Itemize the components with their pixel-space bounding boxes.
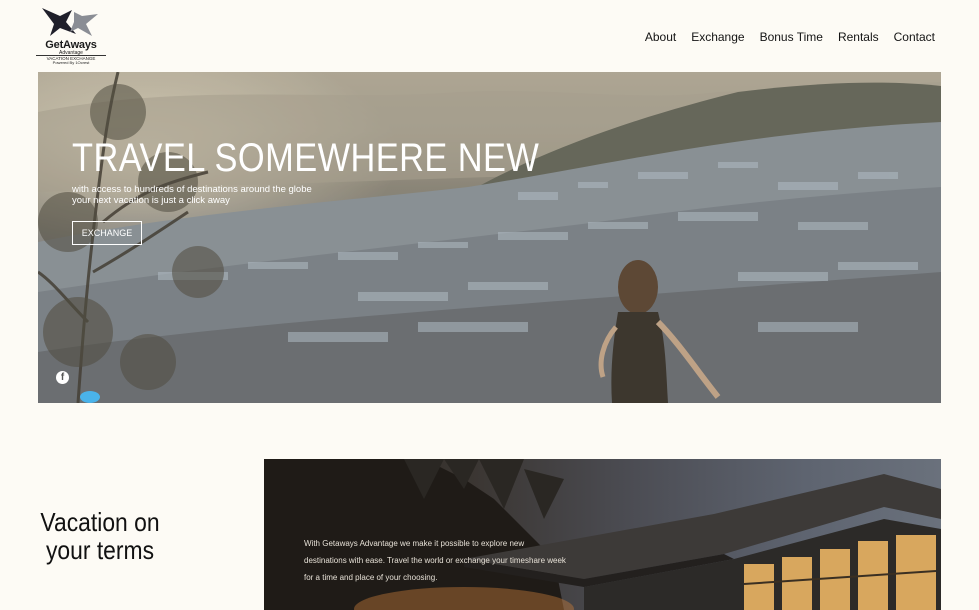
main-nav: About Exchange Bonus Time Rentals Contac… (645, 30, 935, 44)
hero-background-image (38, 72, 941, 403)
logo-line3: Powered By 1Ocrest (52, 60, 90, 65)
facebook-icon[interactable]: f (56, 371, 69, 384)
section-body-line1: With Getaways Advantage we make it possi… (304, 539, 525, 548)
section-title-line1: Vacation on (40, 507, 160, 537)
section-body: With Getaways Advantage we make it possi… (304, 535, 574, 586)
arrows-logo-icon (42, 8, 98, 36)
section-title-line2: your terms (45, 535, 155, 565)
nav-rentals[interactable]: Rentals (838, 30, 879, 44)
cabin-image: With Getaways Advantage we make it possi… (264, 459, 941, 610)
hero-subtitle: with access to hundreds of destinations … (72, 184, 312, 206)
nav-contact[interactable]: Contact (894, 30, 935, 44)
hero-subtitle-line2: your next vacation is just a click away (72, 195, 230, 206)
exchange-button[interactable]: EXCHANGE (72, 221, 142, 245)
section-body-line3: for a time and place of your choosing. (304, 573, 438, 582)
hero-banner: TRAVEL SOMEWHERE NEW with access to hund… (38, 72, 941, 403)
section-title: Vacation on your terms (30, 508, 170, 564)
hero-title: TRAVEL SOMEWHERE NEW (72, 136, 540, 180)
nav-exchange[interactable]: Exchange (691, 30, 744, 44)
nav-about[interactable]: About (645, 30, 676, 44)
section-body-line2: destinations with ease. Travel the world… (304, 556, 566, 565)
nav-bonus-time[interactable]: Bonus Time (760, 30, 823, 44)
hero-subtitle-line1: with access to hundreds of destinations … (72, 184, 312, 195)
site-logo[interactable]: GetAways Advantage VACATION EXCHANGE Pow… (36, 4, 108, 66)
